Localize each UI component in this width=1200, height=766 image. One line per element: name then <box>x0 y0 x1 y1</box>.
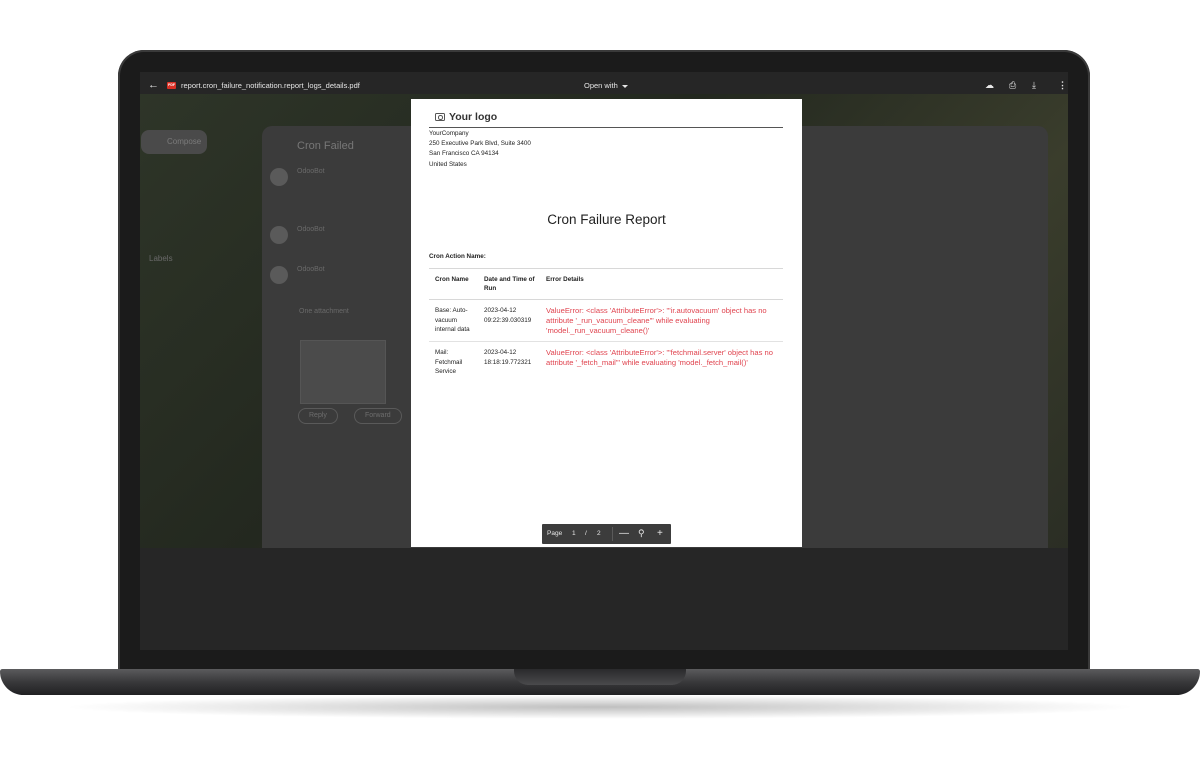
email-subject: Cron Failed <box>297 140 354 152</box>
run-datetime-cell: 2023-04-12 18:18:19.772321 <box>484 349 532 366</box>
zoom-out-button[interactable]: — <box>619 528 629 539</box>
cron-name-cell: Mail: Fetchmail Service <box>435 349 463 376</box>
cron-action-label: Cron Action Name: <box>429 253 486 260</box>
compose-button: Compose <box>141 130 207 154</box>
company-street: 250 Executive Park Blvd, Suite 3400 <box>429 140 531 148</box>
camera-icon <box>435 113 445 121</box>
zoom-in-button[interactable]: + <box>657 528 663 539</box>
table-row: Mail: Fetchmail Service 2023-04-12 18:18… <box>429 342 783 382</box>
error-details-cell: ValueError: <class 'AttributeError'>: "'… <box>546 348 773 367</box>
forward-button: Forward <box>354 408 402 424</box>
pdf-file-icon: PDF <box>167 82 176 89</box>
column-header: Cron Name <box>429 268 478 300</box>
pdf-page: Your logo YourCompany 250 Executive Park… <box>411 99 802 547</box>
download-icon[interactable]: ⤓ <box>1032 80 1036 90</box>
logo-text: Your logo <box>449 111 498 123</box>
report-title: Cron Failure Report <box>547 212 666 227</box>
add-to-drive-icon[interactable]: ☁ <box>985 80 994 90</box>
column-header: Date and Time of Run <box>478 268 540 300</box>
laptop-notch <box>514 669 686 685</box>
back-arrow-icon[interactable]: ← <box>148 79 159 91</box>
reply-button: Reply <box>298 408 338 424</box>
company-address: YourCompany 250 Executive Park Blvd, Sui… <box>429 129 531 170</box>
page-separator: / <box>585 530 587 537</box>
attachment-thumbnail <box>300 340 386 404</box>
column-header: Error Details <box>540 268 783 300</box>
cron-failure-table: Cron Name Date and Time of Run Error Det… <box>429 268 783 382</box>
more-vert-icon[interactable]: ⋮ <box>1058 80 1067 90</box>
avatar <box>270 168 288 186</box>
cron-name-cell: Base: Auto-vacuum internal data <box>429 299 478 342</box>
table-row: Base: Auto-vacuum internal data 2023-04-… <box>429 299 783 342</box>
laptop-screen: Compose Labels Cron Failed OdooBot OdooB… <box>140 72 1068 650</box>
chevron-down-icon <box>621 84 628 88</box>
avatar <box>270 226 288 244</box>
header-divider <box>429 127 783 128</box>
company-country: United States <box>429 160 467 168</box>
total-pages: 2 <box>597 530 601 537</box>
company-name: YourCompany <box>429 130 469 137</box>
error-details-cell: ValueError: <class 'AttributeError'>: "'… <box>540 299 783 342</box>
file-name: report.cron_failure_notification.report_… <box>181 81 360 90</box>
sender-name: OdooBot <box>297 226 325 233</box>
labels-heading: Labels <box>149 254 173 263</box>
print-icon[interactable]: ⎙ <box>1009 80 1016 90</box>
screen-lower-area <box>140 548 1068 650</box>
sender-name: OdooBot <box>297 168 325 175</box>
attachment-label: One attachment <box>299 308 349 315</box>
sender-name: OdooBot <box>297 266 325 273</box>
avatar <box>270 266 288 284</box>
current-page-input[interactable]: 1 <box>572 530 576 537</box>
pdf-viewer-toolbar: ← PDF report.cron_failure_notification.r… <box>140 72 1068 100</box>
run-datetime-cell: 2023-04-12 09:22:39.030319 <box>478 299 540 342</box>
page-controls: Page 1 / 2 — ⚲ + <box>542 524 671 544</box>
zoom-icon[interactable]: ⚲ <box>638 528 645 539</box>
divider <box>612 527 613 541</box>
page-label: Page <box>547 530 563 537</box>
table-header-row: Cron Name Date and Time of Run Error Det… <box>429 268 783 300</box>
company-city: San Francisco CA 94134 <box>429 150 499 158</box>
company-logo: Your logo <box>435 111 497 123</box>
open-with-label: Open with <box>584 81 618 90</box>
laptop-shadow <box>60 695 1140 719</box>
open-with-button[interactable]: Open with <box>584 81 628 90</box>
